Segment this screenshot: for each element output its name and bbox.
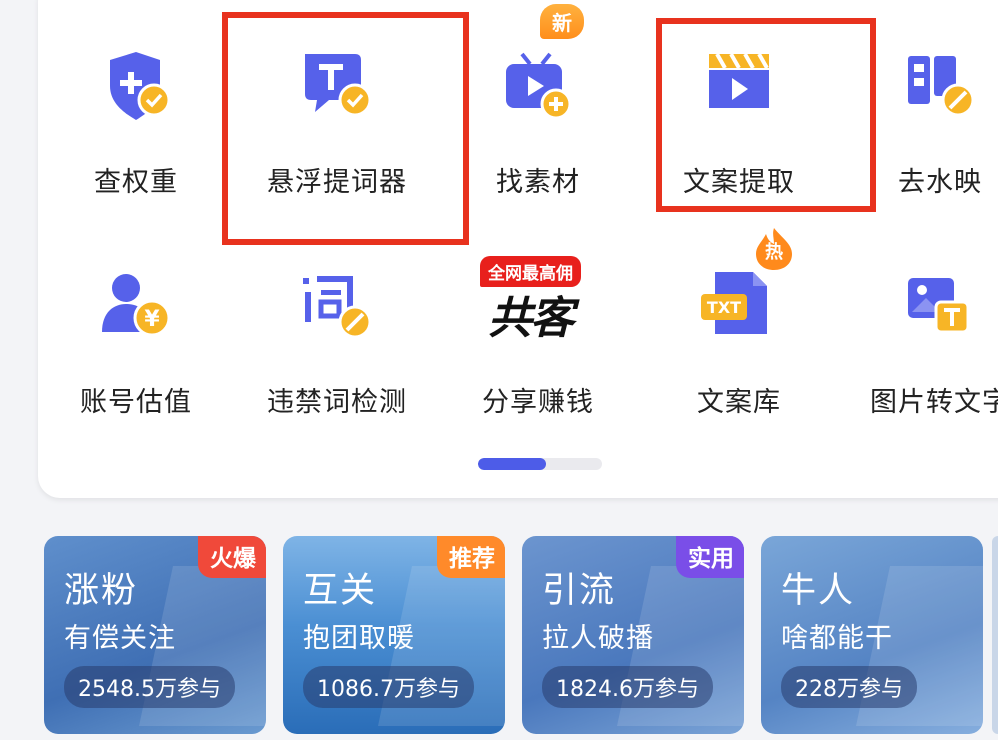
event-participants: 1824.6万参与 bbox=[542, 666, 713, 708]
event-participants: 2548.5万参与 bbox=[64, 666, 235, 708]
event-card-experts[interactable]: 牛人 啥都能干 228万参与 bbox=[761, 536, 983, 734]
stamp-erase-icon bbox=[902, 50, 978, 126]
event-title: 涨粉 bbox=[64, 571, 139, 611]
tool-label: 图片转文字 bbox=[870, 387, 998, 418]
event-tag: 火爆 bbox=[198, 536, 266, 578]
tool-label: 查权重 bbox=[94, 167, 178, 198]
event-subtitle: 抱团取暖 bbox=[303, 623, 415, 654]
tool-label: 分享赚钱 bbox=[482, 387, 594, 418]
svg-text:TXT: TXT bbox=[707, 298, 741, 317]
page-indicator bbox=[478, 458, 602, 470]
highlight-box-teleprompter bbox=[222, 12, 469, 245]
event-title: 牛人 bbox=[781, 571, 856, 611]
hot-badge: 热 bbox=[752, 226, 796, 270]
page-indicator-fill bbox=[478, 458, 547, 470]
tool-label: 账号估值 bbox=[80, 387, 192, 418]
highlight-box-copy-extract bbox=[656, 18, 876, 212]
event-participants: 228万参与 bbox=[781, 666, 917, 708]
next-card-edge bbox=[992, 536, 998, 734]
event-card-mutual-follow[interactable]: 互关 抱团取暖 1086.7万参与 推荐 bbox=[283, 536, 505, 734]
event-tag: 推荐 bbox=[437, 536, 505, 578]
svg-text:¥: ¥ bbox=[144, 307, 160, 332]
event-card-traffic[interactable]: 引流 拉人破播 1824.6万参与 实用 bbox=[522, 536, 744, 734]
tool-image-to-text[interactable]: 图片转文字 bbox=[840, 270, 998, 470]
word-check-icon bbox=[299, 270, 375, 346]
shield-plus-icon bbox=[98, 50, 174, 126]
event-tag: 实用 bbox=[676, 536, 744, 578]
tool-label: 文案库 bbox=[697, 387, 781, 418]
event-participants: 1086.7万参与 bbox=[303, 666, 474, 708]
user-yen-icon: ¥ bbox=[98, 270, 174, 346]
image-to-text-icon bbox=[902, 270, 978, 346]
tool-account-value[interactable]: ¥ 账号估值 bbox=[36, 270, 236, 470]
tool-copy-library[interactable]: TXT 文案库 bbox=[639, 270, 839, 470]
event-subtitle: 啥都能干 bbox=[781, 623, 893, 654]
tv-plus-icon bbox=[500, 50, 576, 126]
share-earn-logo: 共客 bbox=[488, 293, 574, 344]
tool-banned-words[interactable]: 违禁词检测 bbox=[237, 270, 437, 470]
event-subtitle: 有偿关注 bbox=[64, 623, 176, 654]
tool-label: 违禁词检测 bbox=[267, 387, 407, 418]
new-badge: 新 bbox=[540, 4, 584, 39]
event-card-grow-fans[interactable]: 涨粉 有偿关注 2548.5万参与 火爆 bbox=[44, 536, 266, 734]
txt-file-icon: TXT bbox=[701, 270, 777, 346]
tool-check-weight[interactable]: 查权重 bbox=[36, 50, 236, 250]
event-title: 互关 bbox=[303, 571, 378, 611]
event-title: 引流 bbox=[542, 571, 617, 611]
event-subtitle: 拉人破播 bbox=[542, 623, 654, 654]
